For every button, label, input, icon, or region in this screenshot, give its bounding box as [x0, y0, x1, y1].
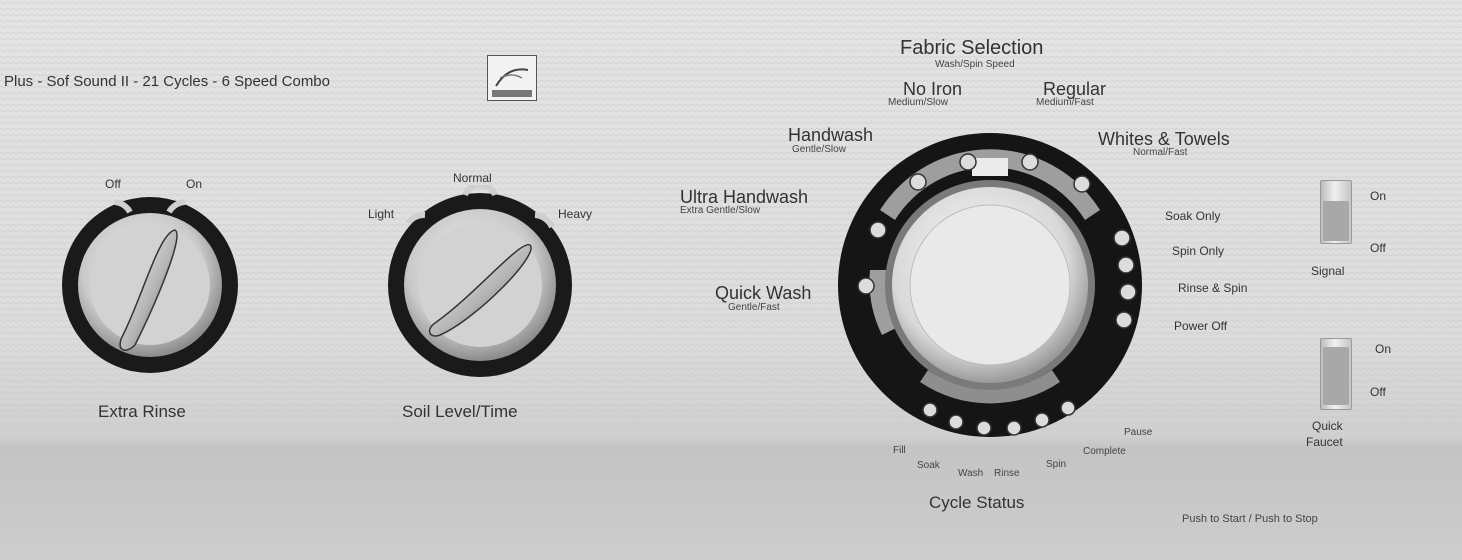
position-spin-only: Spin Only [1172, 244, 1225, 258]
status-pause: Pause [1124, 427, 1153, 438]
energy-star-logo-icon [487, 55, 537, 101]
status-spin: Spin [1046, 459, 1067, 470]
cycle-selector-dial[interactable] [830, 120, 1150, 460]
fabric-handwash-speed: Gentle/Slow [792, 144, 846, 155]
fabric-no-iron-speed: Medium/Slow [888, 97, 949, 108]
status-complete: Complete [1083, 446, 1126, 457]
status-rinse: Rinse [994, 468, 1020, 479]
position-rinse-spin: Rinse & Spin [1178, 281, 1248, 295]
soil-normal-label: Normal [453, 171, 492, 185]
push-start-stop-text: Push to Start / Push to Stop [1182, 513, 1318, 525]
fabric-regular-speed: Medium/Fast [1036, 97, 1094, 108]
signal-label: Signal [1311, 264, 1345, 278]
extra-rinse-knob[interactable] [55, 185, 245, 375]
extra-rinse-on-label: On [186, 177, 203, 191]
fabric-whites-towels-speed: Normal/Fast [1133, 147, 1188, 158]
quick-faucet-label-line1: Quick [1312, 419, 1343, 433]
status-wash: Wash [958, 468, 984, 479]
quick-faucet-off-label: Off [1370, 385, 1386, 399]
fabric-quick-wash-label: Quick Wash [715, 283, 812, 303]
quick-faucet-on-label: On [1375, 342, 1392, 356]
fabric-selection-subtitle: Wash/Spin Speed [935, 59, 1015, 70]
fabric-ultra-handwash-label: Ultra Handwash [680, 187, 809, 207]
washer-control-panel: Plus - Sof Sound II - 21 Cycles - 6 Spee… [0, 0, 1462, 560]
quick-faucet-label-line2: Faucet [1306, 435, 1343, 449]
soil-light-label: Light [368, 207, 395, 221]
quick-faucet-switch[interactable] [1320, 338, 1352, 410]
fabric-whites-towels-label: Whites & Towels [1098, 129, 1230, 149]
fabric-quick-wash-speed: Gentle/Fast [728, 302, 780, 313]
position-power-off: Power Off [1174, 319, 1228, 333]
soil-level-title: Soil Level/Time [402, 402, 518, 421]
status-fill: Fill [893, 445, 906, 456]
soil-level-knob[interactable] [380, 185, 580, 385]
extra-rinse-title: Extra Rinse [98, 402, 186, 421]
fabric-handwash-label: Handwash [788, 125, 874, 145]
cycle-status-title: Cycle Status [929, 493, 1025, 512]
extra-rinse-off-label: Off [105, 177, 121, 191]
signal-switch[interactable] [1320, 180, 1352, 244]
signal-off-label: Off [1370, 241, 1386, 255]
soil-heavy-label: Heavy [558, 207, 593, 221]
fabric-selection-title: Fabric Selection [900, 37, 1044, 59]
status-soak: Soak [917, 460, 940, 471]
fabric-ultra-handwash-speed: Extra Gentle/Slow [680, 205, 761, 216]
fabric-no-iron-label: No Iron [903, 79, 963, 99]
model-description: Plus - Sof Sound II - 21 Cycles - 6 Spee… [4, 73, 330, 90]
position-soak-only: Soak Only [1165, 209, 1221, 223]
fabric-regular-label: Regular [1043, 79, 1107, 99]
signal-on-label: On [1370, 189, 1387, 203]
